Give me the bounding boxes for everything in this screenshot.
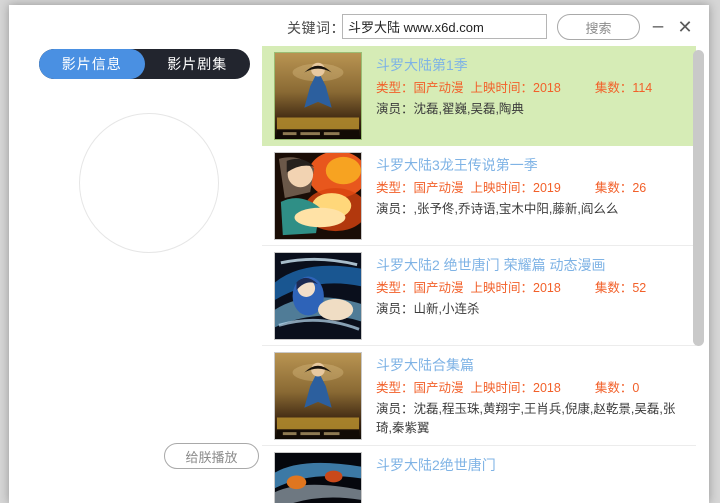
label-release-date: 上映时间： xyxy=(470,181,533,195)
label-episodes: 集数： xyxy=(594,81,633,95)
label-episodes: 集数： xyxy=(594,181,633,195)
result-info: 斗罗大陆合集篇类型：国产动漫 上映时间：2018 集数：0 演员：沈磊,程玉珠,黄翔… xyxy=(362,352,688,445)
value-episodes: 0 xyxy=(632,381,640,395)
value-episodes: 52 xyxy=(632,281,647,295)
result-poster-image xyxy=(274,252,362,340)
application-window: 关键词： 搜索 – ✕ 影片信息 影片剧集 给朕播放 斗罗大陆第1季类型：国产动… xyxy=(9,5,709,503)
label-episodes: 集数： xyxy=(594,381,633,395)
tab-bar: 影片信息 影片剧集 xyxy=(39,49,250,79)
value-episodes: 26 xyxy=(632,181,647,195)
result-item[interactable]: 斗罗大陆2绝世唐门 xyxy=(262,446,696,503)
results-list: 斗罗大陆第1季 类型：国产动漫 上映时间：2018 集数：114 演员：沈磊,翟巍,吴… xyxy=(262,46,696,503)
label-release-date: 上映时间： xyxy=(470,381,533,395)
value-type: 国产动漫 xyxy=(413,181,464,195)
result-info: 斗罗大陆2绝世唐门 xyxy=(362,452,688,503)
poster-placeholder xyxy=(79,113,219,253)
results-panel: 斗罗大陆第1季 类型：国产动漫 上映时间：2018 集数：114 演员：沈磊,翟巍,吴… xyxy=(262,46,709,503)
tab-movie-info[interactable]: 影片信息 xyxy=(39,49,145,79)
result-meta: 类型：国产动漫 上映时间：2018 集数：114 xyxy=(376,76,688,100)
search-input[interactable] xyxy=(342,14,547,39)
result-actors: 演员：沈磊,翟巍,吴磊,陶典 xyxy=(376,100,688,119)
result-item[interactable]: 斗罗大陆3龙王传说第一季类型：国产动漫 上映时间：2019 集数：26 演员：,张予… xyxy=(262,146,696,246)
titlebar: 关键词： 搜索 – ✕ xyxy=(9,5,709,46)
label-actors: 演员： xyxy=(376,102,414,116)
label-type: 类型： xyxy=(376,181,414,195)
result-meta: 类型：国产动漫 上映时间：2018 集数：52 xyxy=(376,276,688,300)
result-actors: 演员：山新,小连杀 xyxy=(376,300,688,319)
result-title[interactable]: 斗罗大陆2绝世唐门 xyxy=(376,454,688,476)
result-info: 斗罗大陆2 绝世唐门 荣耀篇 动态漫画类型：国产动漫 上映时间：2018 集数：5… xyxy=(362,252,688,345)
value-actors: 沈磊,程玉珠,黄翔宇,王肖兵,倪康,赵乾景,吴磊,张琦,秦紫翼 xyxy=(376,402,676,435)
minimize-icon[interactable]: – xyxy=(647,16,669,38)
result-info: 斗罗大陆第1季类型：国产动漫 上映时间：2018 集数：114 演员：沈磊,翟巍,吴… xyxy=(362,52,688,146)
result-title[interactable]: 斗罗大陆第1季 xyxy=(376,54,688,76)
play-button[interactable]: 给朕播放 xyxy=(164,443,259,469)
result-item[interactable]: 斗罗大陆合集篇类型：国产动漫 上映时间：2018 集数：0 演员：沈磊,程玉珠,黄翔… xyxy=(262,346,696,446)
result-info: 斗罗大陆3龙王传说第一季类型：国产动漫 上映时间：2019 集数：26 演员：,张予… xyxy=(362,152,688,245)
value-episodes: 114 xyxy=(632,81,653,95)
label-release-date: 上映时间： xyxy=(470,281,533,295)
result-title[interactable]: 斗罗大陆合集篇 xyxy=(376,354,688,376)
label-type: 类型： xyxy=(376,381,414,395)
result-poster-image xyxy=(274,152,362,240)
label-episodes: 集数： xyxy=(594,281,633,295)
label-actors: 演员： xyxy=(376,302,414,316)
result-actors: 演员：沈磊,程玉珠,黄翔宇,王肖兵,倪康,赵乾景,吴磊,张琦,秦紫翼 xyxy=(376,400,688,438)
value-type: 国产动漫 xyxy=(413,81,464,95)
result-poster-image xyxy=(274,452,362,503)
result-actors: 演员：,张予佟,乔诗语,宝木中阳,藤新,阎么么 xyxy=(376,200,688,219)
result-meta: 类型：国产动漫 上映时间：2019 集数：26 xyxy=(376,176,688,200)
result-meta: 类型：国产动漫 上映时间：2018 集数：0 xyxy=(376,376,688,400)
label-type: 类型： xyxy=(376,281,414,295)
result-item[interactable]: 斗罗大陆第1季类型：国产动漫 上映时间：2018 集数：114 演员：沈磊,翟巍,吴… xyxy=(262,46,696,146)
result-title[interactable]: 斗罗大陆3龙王传说第一季 xyxy=(376,154,688,176)
value-actors: 沈磊,翟巍,吴磊,陶典 xyxy=(413,102,524,116)
label-actors: 演员： xyxy=(376,402,414,416)
value-actors: 山新,小连杀 xyxy=(413,302,480,316)
tab-movie-episodes[interactable]: 影片剧集 xyxy=(145,49,251,79)
label-type: 类型： xyxy=(376,81,414,95)
value-release-date: 2018 xyxy=(533,81,561,95)
value-release-date: 2018 xyxy=(533,281,561,295)
keyword-label: 关键词： xyxy=(287,20,345,36)
label-release-date: 上映时间： xyxy=(470,81,533,95)
search-button[interactable]: 搜索 xyxy=(557,14,640,40)
close-icon[interactable]: ✕ xyxy=(674,16,696,38)
label-actors: 演员： xyxy=(376,202,414,216)
value-type: 国产动漫 xyxy=(413,281,464,295)
value-release-date: 2019 xyxy=(533,181,561,195)
value-type: 国产动漫 xyxy=(413,381,464,395)
result-poster-image xyxy=(274,52,362,140)
scrollbar-thumb[interactable] xyxy=(693,50,704,346)
result-title[interactable]: 斗罗大陆2 绝世唐门 荣耀篇 动态漫画 xyxy=(376,254,688,276)
value-actors: ,张予佟,乔诗语,宝木中阳,藤新,阎么么 xyxy=(413,202,619,216)
detail-panel: 影片信息 影片剧集 给朕播放 xyxy=(9,46,262,503)
value-release-date: 2018 xyxy=(533,381,561,395)
results-scrollbar[interactable] xyxy=(693,46,705,503)
result-item[interactable]: 斗罗大陆2 绝世唐门 荣耀篇 动态漫画类型：国产动漫 上映时间：2018 集数：5… xyxy=(262,246,696,346)
result-poster-image xyxy=(274,352,362,440)
